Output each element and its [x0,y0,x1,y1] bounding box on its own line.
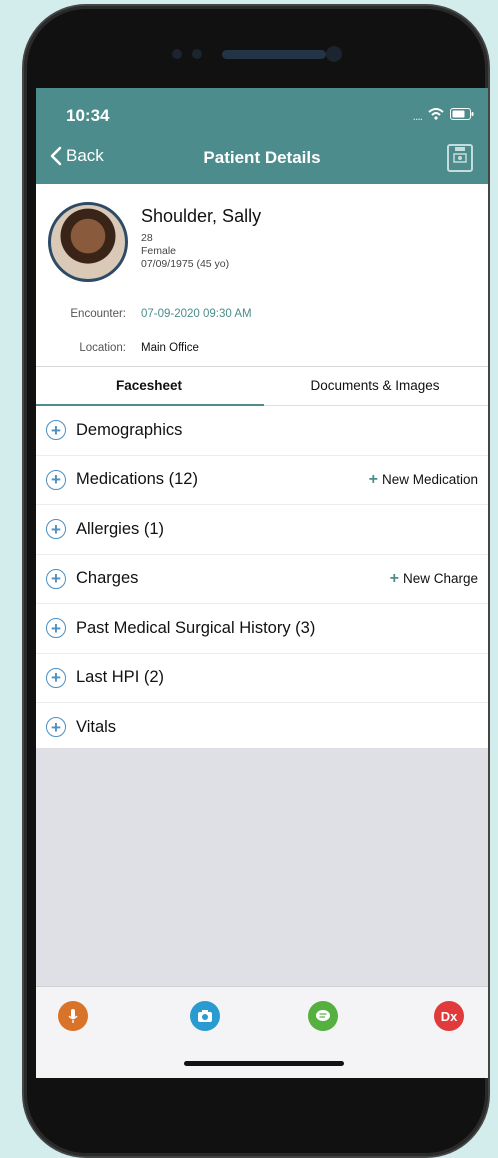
patient-dob: 07/09/1975 (45 yo) [141,258,230,270]
tab-facesheet[interactable]: Facesheet [36,367,262,405]
section-past-medical-surgical-history[interactable]: + Past Medical Surgical History (3) [36,604,488,654]
section-label: Medications (12) [76,470,198,489]
section-label: Demographics [76,420,183,439]
expand-plus-icon: + [46,667,66,688]
new-charge-label: New Charge [402,570,478,586]
patient-age: 28 [141,232,153,244]
new-medication-button[interactable]: + New Medication [369,471,478,489]
section-label: Allergies (1) [76,519,165,538]
camera-icon [198,1010,212,1022]
patient-avatar [48,202,128,282]
battery-icon [450,107,474,125]
status-time: 10:34 [66,106,110,125]
clipboard-icon [453,147,467,163]
section-vitals[interactable]: + Vitals [36,703,488,753]
status-bar: 10:34 .... [36,88,488,132]
patient-header: Shoulder, Sally 28 Female 07/09/1975 (45… [36,184,488,367]
expand-plus-icon: + [46,420,66,441]
expand-plus-icon: + [46,469,66,490]
encounter-value[interactable]: 07-09-2020 09:30 AM [141,308,252,320]
facesheet-sections: + Demographics + Medications (12) + New M… [36,406,488,753]
location-label: Location: [79,342,126,354]
chat-button[interactable] [308,1001,338,1031]
microphone-button[interactable] [58,1001,88,1031]
status-icons: .... [413,107,474,125]
bottom-toolbar: Dx [36,986,488,1078]
speaker-grille [222,50,326,59]
plus-icon: + [368,470,378,488]
expand-plus-icon: + [46,717,66,738]
section-charges[interactable]: + Charges + New Charge [36,555,488,604]
page-title: Patient Details [203,148,321,167]
empty-content-area [36,748,488,986]
expand-plus-icon: + [46,618,66,639]
patient-name: Shoulder, Sally [141,206,262,226]
section-demographics[interactable]: + Demographics [36,406,488,456]
section-last-hpi[interactable]: + Last HPI (2) [36,654,488,703]
new-medication-label: New Medication [381,471,478,487]
front-camera [326,46,342,62]
tab-bar: Facesheet Documents & Images [36,367,488,406]
section-label: Vitals [76,717,117,736]
expand-plus-icon: + [46,519,66,540]
sensor-dot [172,49,182,59]
wifi-icon [428,107,444,125]
expand-plus-icon: + [46,568,66,589]
dx-icon: Dx [440,1008,458,1024]
signal-dots-icon: .... [412,109,423,123]
home-indicator [184,1061,344,1066]
section-label: Past Medical Surgical History (3) [76,618,316,637]
new-charge-button[interactable]: + New Charge [390,570,478,588]
tab-documents-images[interactable]: Documents & Images [262,367,488,405]
section-medications[interactable]: + Medications (12) + New Medication [36,456,488,505]
app-screen: 10:34 .... Back Patient Details Shoulder… [36,88,488,1078]
location-value: Main Office [141,342,199,354]
encounter-label: Encounter: [70,308,126,320]
diagnosis-button[interactable]: Dx [434,1001,464,1031]
chat-icon [316,1010,330,1021]
microphone-icon [68,1009,78,1023]
sensor-dot [192,49,202,59]
patient-gender: Female [141,245,177,257]
section-label: Charges [76,569,139,588]
clipboard-button[interactable] [447,144,473,172]
navigation-bar: Back Patient Details [36,132,488,184]
section-allergies[interactable]: + Allergies (1) [36,505,488,555]
plus-icon: + [389,569,399,587]
camera-button[interactable] [190,1001,220,1031]
section-label: Last HPI (2) [76,668,165,687]
